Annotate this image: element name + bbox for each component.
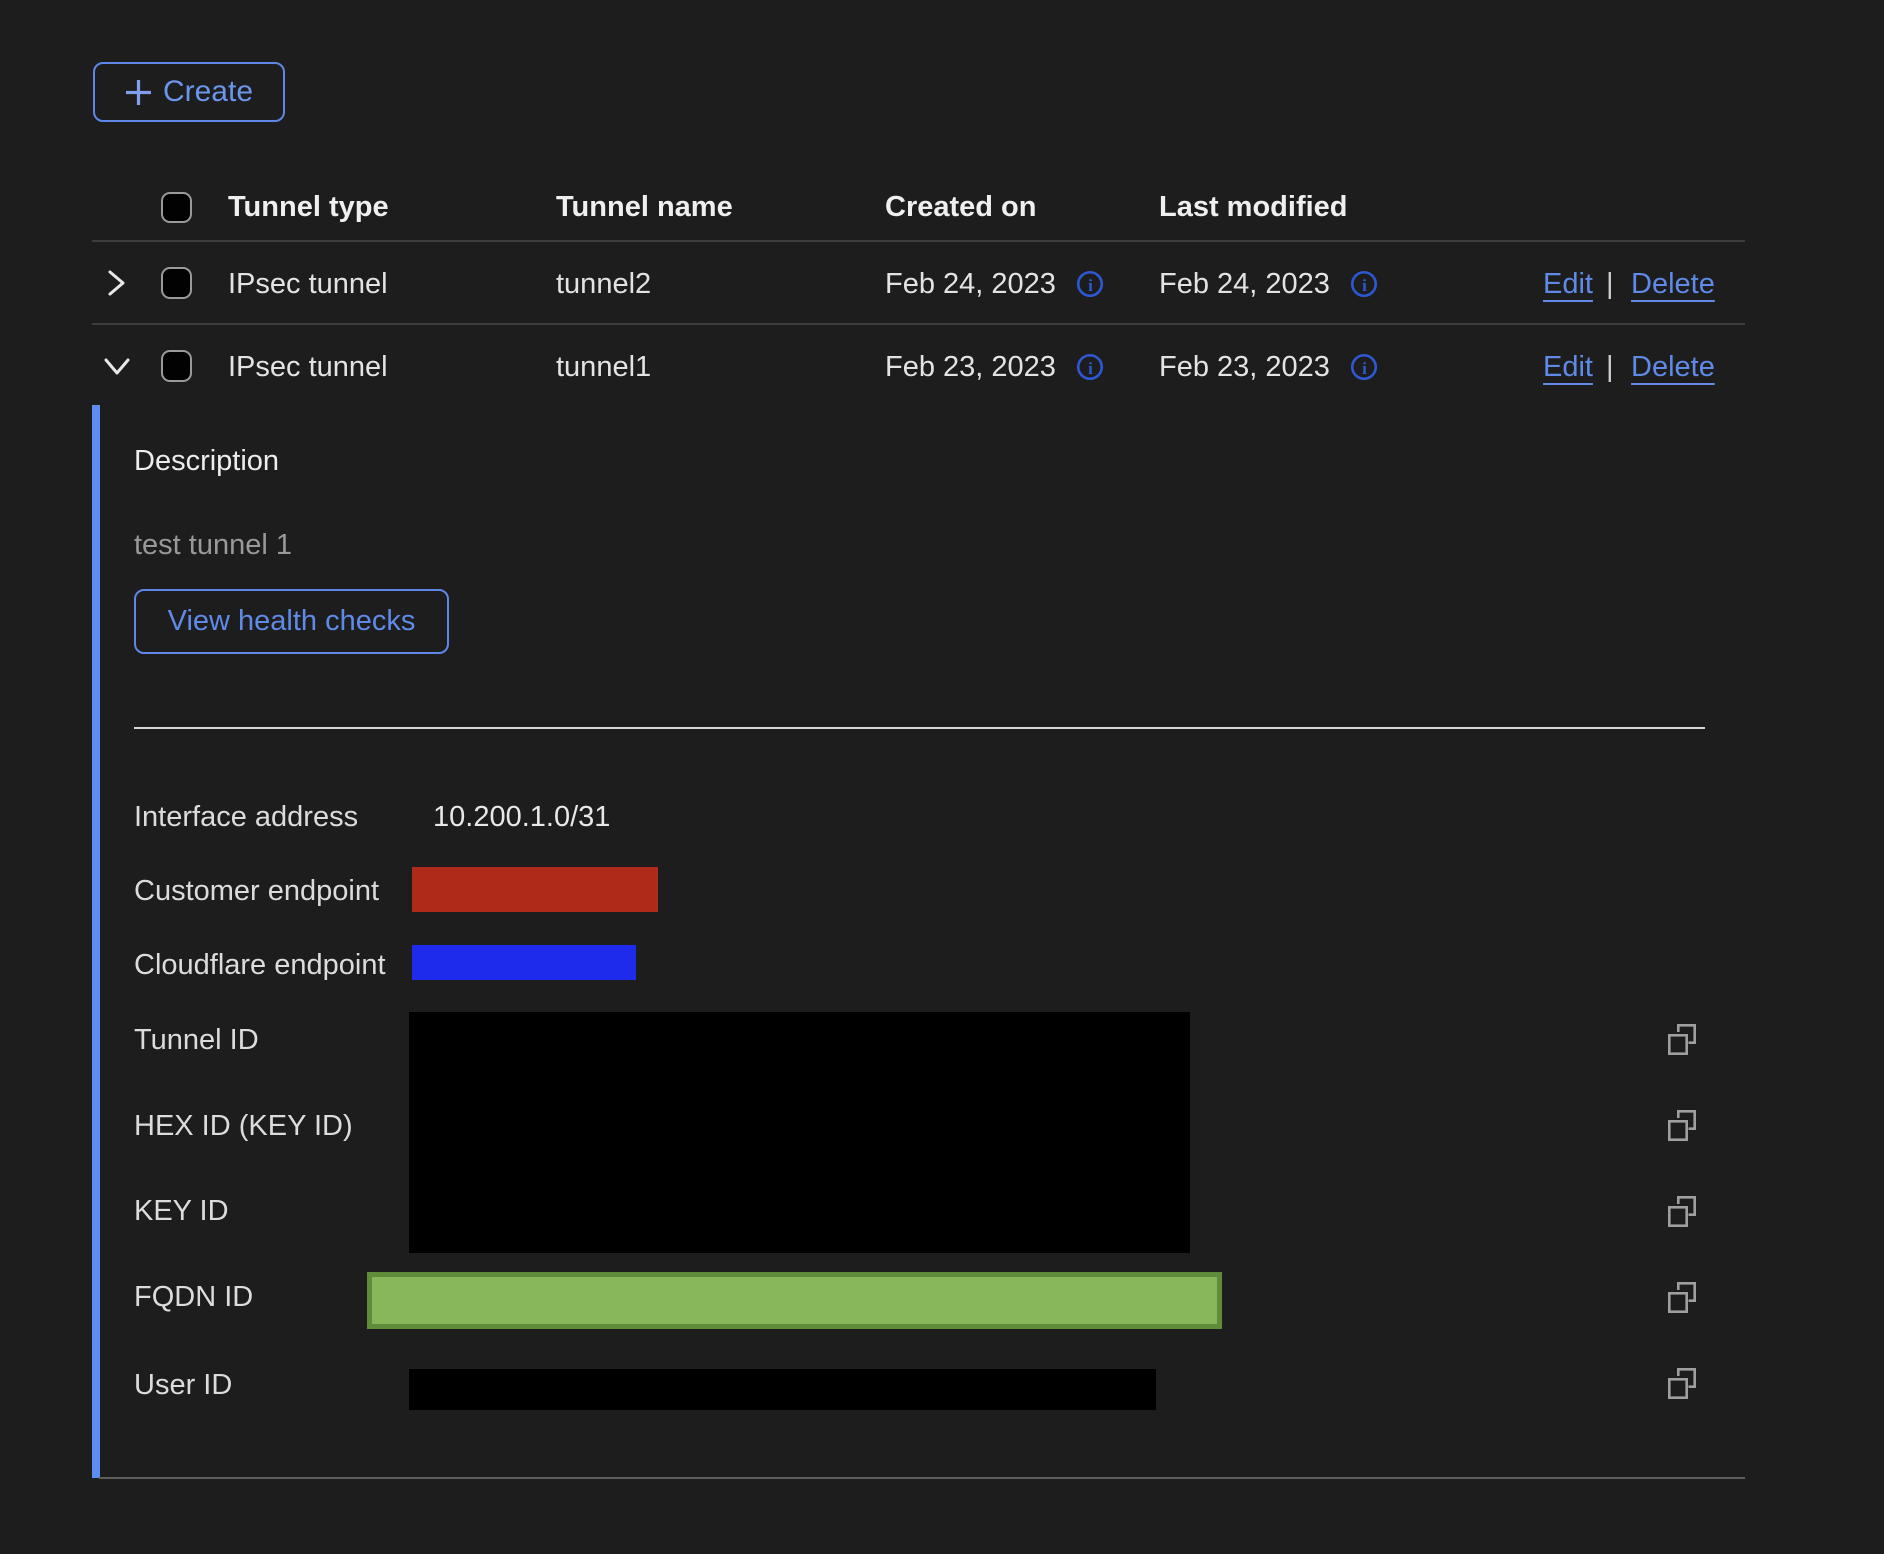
svg-text:i: i [1088,276,1093,295]
svg-text:i: i [1362,359,1367,378]
svg-text:i: i [1362,276,1367,295]
svg-text:i: i [1088,359,1093,378]
